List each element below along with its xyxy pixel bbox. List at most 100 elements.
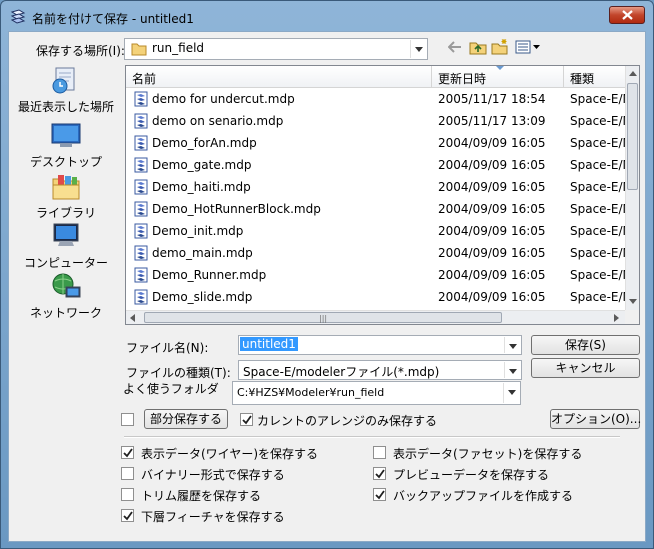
- mdp-file-icon: [134, 201, 148, 217]
- vertical-scrollbar[interactable]: [625, 66, 639, 310]
- checkmark-icon: [123, 448, 133, 458]
- column-header-name[interactable]: 名前: [126, 66, 432, 88]
- file-type: Space-E/Mo: [570, 224, 626, 238]
- file-row[interactable]: Demo_init.mdp 2004/09/09 16:05 Space-E/Mo: [126, 220, 626, 242]
- mdp-file-icon: [134, 289, 148, 305]
- place-libraries[interactable]: ライブラリ: [9, 172, 123, 224]
- backup-checkbox[interactable]: [373, 488, 386, 501]
- file-name: demo on senario.mdp: [152, 114, 284, 128]
- binary-checkbox[interactable]: [121, 467, 134, 480]
- horizontal-scrollbar[interactable]: |||: [126, 310, 625, 324]
- file-type: Space-E/Mo: [570, 136, 626, 150]
- chevron-down-icon[interactable]: [504, 337, 520, 353]
- options-button[interactable]: オプション(O)...: [550, 409, 641, 429]
- place-network[interactable]: ネットワーク: [9, 272, 123, 324]
- chevron-down-icon[interactable]: [503, 383, 519, 403]
- favorite-folder-value: C:¥HZS¥Modeler¥run_field: [237, 386, 385, 399]
- place-label: 最近表示した場所: [17, 100, 114, 114]
- close-icon: [622, 10, 633, 20]
- scroll-down-icon[interactable]: [629, 299, 637, 304]
- file-row[interactable]: Demo_gate.mdp 2004/09/09 16:05 Space-E/Mo: [126, 154, 626, 176]
- file-date: 2004/09/09 16:05: [438, 180, 546, 194]
- mdp-file-icon: [134, 135, 148, 151]
- place-label: デスクトップ: [29, 155, 102, 169]
- place-label: コンピューター: [23, 256, 108, 270]
- chevron-down-icon[interactable]: [504, 362, 520, 378]
- file-name: Demo_gate.mdp: [152, 158, 252, 172]
- folder-icon: [131, 43, 147, 56]
- lower-feature-label: 下層フィーチャを保存する: [141, 510, 285, 524]
- computer-icon: [53, 223, 79, 246]
- preview-checkbox[interactable]: [373, 467, 386, 480]
- title-bar[interactable]: 名前を付けて保存 - untitled1: [1, 1, 653, 31]
- scroll-corner: [625, 310, 639, 324]
- file-date: 2004/09/09 16:05: [438, 224, 546, 238]
- mdp-file-icon: [134, 179, 148, 195]
- filetype-select[interactable]: Space-E/modelerファイル(*.mdp): [238, 360, 522, 380]
- close-button[interactable]: [609, 6, 645, 24]
- place-desktop[interactable]: デスクトップ: [9, 121, 123, 173]
- file-name: Demo_Runner.mdp: [152, 268, 267, 282]
- lower-feature-checkbox[interactable]: [121, 509, 134, 522]
- partial-save-button[interactable]: 部分保存する: [144, 409, 228, 429]
- location-label: 保存する場所(I):: [36, 44, 125, 58]
- view-menu-icon[interactable]: [515, 40, 541, 54]
- file-name: Demo_init.mdp: [152, 224, 244, 238]
- file-date: 2004/09/09 16:05: [438, 158, 546, 172]
- window-title: 名前を付けて保存 - untitled1: [32, 12, 194, 26]
- file-row[interactable]: Demo_haiti.mdp 2004/09/09 16:05 Space-E/Mo: [126, 176, 626, 198]
- file-type: Space-E/Mo: [570, 202, 626, 216]
- vertical-scroll-thumb[interactable]: [627, 83, 638, 190]
- file-date: 2004/09/09 16:05: [438, 290, 546, 304]
- binary-label: バイナリー形式で保存する: [141, 468, 285, 482]
- display-facet-checkbox[interactable]: [373, 446, 386, 459]
- column-header-date[interactable]: 更新日時: [432, 66, 564, 88]
- scroll-left-icon[interactable]: [130, 314, 135, 322]
- cancel-button[interactable]: キャンセル: [531, 358, 640, 378]
- libraries-icon: [52, 175, 80, 200]
- place-computer[interactable]: コンピューター: [9, 222, 123, 274]
- up-folder-icon[interactable]: [469, 39, 487, 55]
- mdp-file-icon: [134, 245, 148, 261]
- scroll-up-icon[interactable]: [629, 71, 637, 76]
- location-select[interactable]: run_field: [124, 38, 428, 60]
- dialog-body: 保存する場所(I): run_field 最近表示した場所 デスクトップ ライブ…: [8, 31, 646, 542]
- trim-history-checkbox[interactable]: [121, 488, 134, 501]
- save-button[interactable]: 保存(S): [531, 335, 640, 355]
- display-wire-checkbox[interactable]: [121, 446, 134, 459]
- save-as-dialog: 名前を付けて保存 - untitled1 保存する場所(I): run_fiel…: [0, 0, 654, 549]
- scroll-right-icon[interactable]: [614, 314, 619, 322]
- new-folder-icon[interactable]: [491, 38, 509, 55]
- separator: [124, 436, 620, 438]
- sort-indicator-icon: [496, 66, 504, 70]
- filename-input[interactable]: untitled1: [238, 335, 522, 355]
- file-row[interactable]: Demo_Runner.mdp 2004/09/09 16:05 Space-E/M…: [126, 264, 626, 286]
- file-list[interactable]: 名前 更新日時 種類 demo for undercut.mdp 2005/11/…: [125, 65, 640, 325]
- partial-save-checkbox[interactable]: [121, 413, 134, 426]
- recent-places-icon: [52, 67, 75, 94]
- file-type: Space-E/Mo: [570, 246, 626, 260]
- current-arrange-checkbox[interactable]: [240, 413, 253, 426]
- grip-icon: |||: [319, 314, 328, 323]
- favorite-folder-select[interactable]: C:¥HZS¥Modeler¥run_field: [232, 381, 521, 405]
- chevron-down-icon[interactable]: [410, 40, 426, 58]
- file-row[interactable]: Demo_forAn.mdp 2004/09/09 16:05 Space-E/Mo: [126, 132, 626, 154]
- network-icon: [52, 273, 81, 298]
- file-date: 2005/11/17 18:54: [438, 92, 546, 106]
- file-row[interactable]: demo for undercut.mdp 2005/11/17 18:54 Spa…: [126, 88, 626, 110]
- file-row[interactable]: demo on senario.mdp 2005/11/17 13:09 Space…: [126, 110, 626, 132]
- filetype-value: Space-E/modelerファイル(*.mdp): [243, 365, 440, 379]
- file-type: Space-E/Mo: [570, 290, 626, 304]
- file-type: Space-E/Mo: [570, 92, 626, 106]
- desktop-icon: [51, 123, 81, 147]
- place-recent[interactable]: 最近表示した場所: [9, 66, 123, 118]
- file-date: 2004/09/09 16:05: [438, 246, 546, 260]
- back-icon[interactable]: [448, 41, 462, 53]
- checkmark-icon: [375, 490, 385, 500]
- file-row[interactable]: Demo_slide.mdp 2004/09/09 16:05 Space-E/Mo: [126, 286, 626, 308]
- horizontal-scroll-thumb[interactable]: |||: [144, 312, 502, 323]
- trim-history-label: トリム履歴を保存する: [141, 489, 262, 503]
- file-type: Space-E/Mo: [570, 114, 626, 128]
- file-row[interactable]: demo_main.mdp 2004/09/09 16:05 Space-E/Mo: [126, 242, 626, 264]
- file-row[interactable]: Demo_HotRunnerBlock.mdp 2004/09/09 16:05 S…: [126, 198, 626, 220]
